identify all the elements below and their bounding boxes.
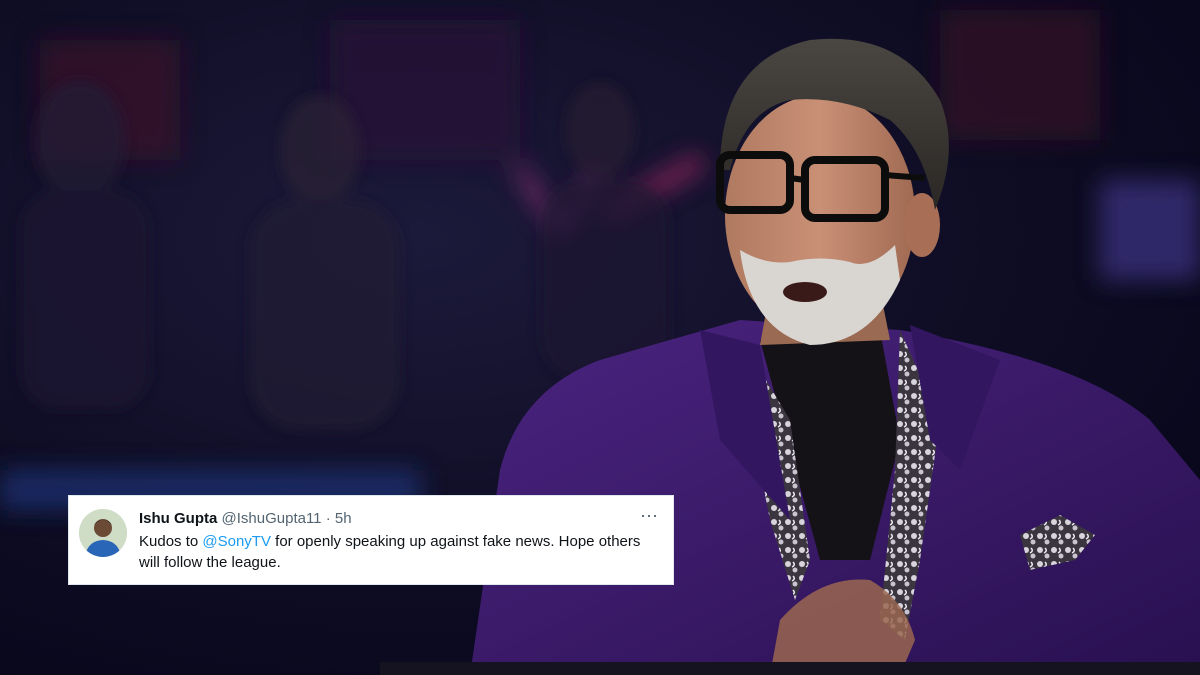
avatar-image — [79, 509, 127, 557]
author-name[interactable]: Ishu Gupta — [139, 510, 217, 527]
more-options-icon[interactable]: ⋯ — [640, 507, 659, 525]
tweet-text: Kudos to @SonyTV for openly speaking up … — [139, 531, 659, 573]
tweet-timestamp[interactable]: 5h — [335, 510, 352, 527]
user-avatar[interactable] — [79, 509, 127, 557]
mention-link[interactable]: @SonyTV — [202, 533, 271, 550]
tweet-header: Ishu Gupta @IshuGupta11 · 5h — [139, 509, 352, 528]
tweet-text-start: Kudos to — [139, 533, 203, 550]
dot-separator: · — [325, 510, 331, 527]
tweet-card: Ishu Gupta @IshuGupta11 · 5h ⋯ Kudos to … — [68, 495, 674, 585]
desk-edge — [380, 662, 1200, 675]
author-handle[interactable]: @IshuGupta11 — [222, 510, 322, 527]
